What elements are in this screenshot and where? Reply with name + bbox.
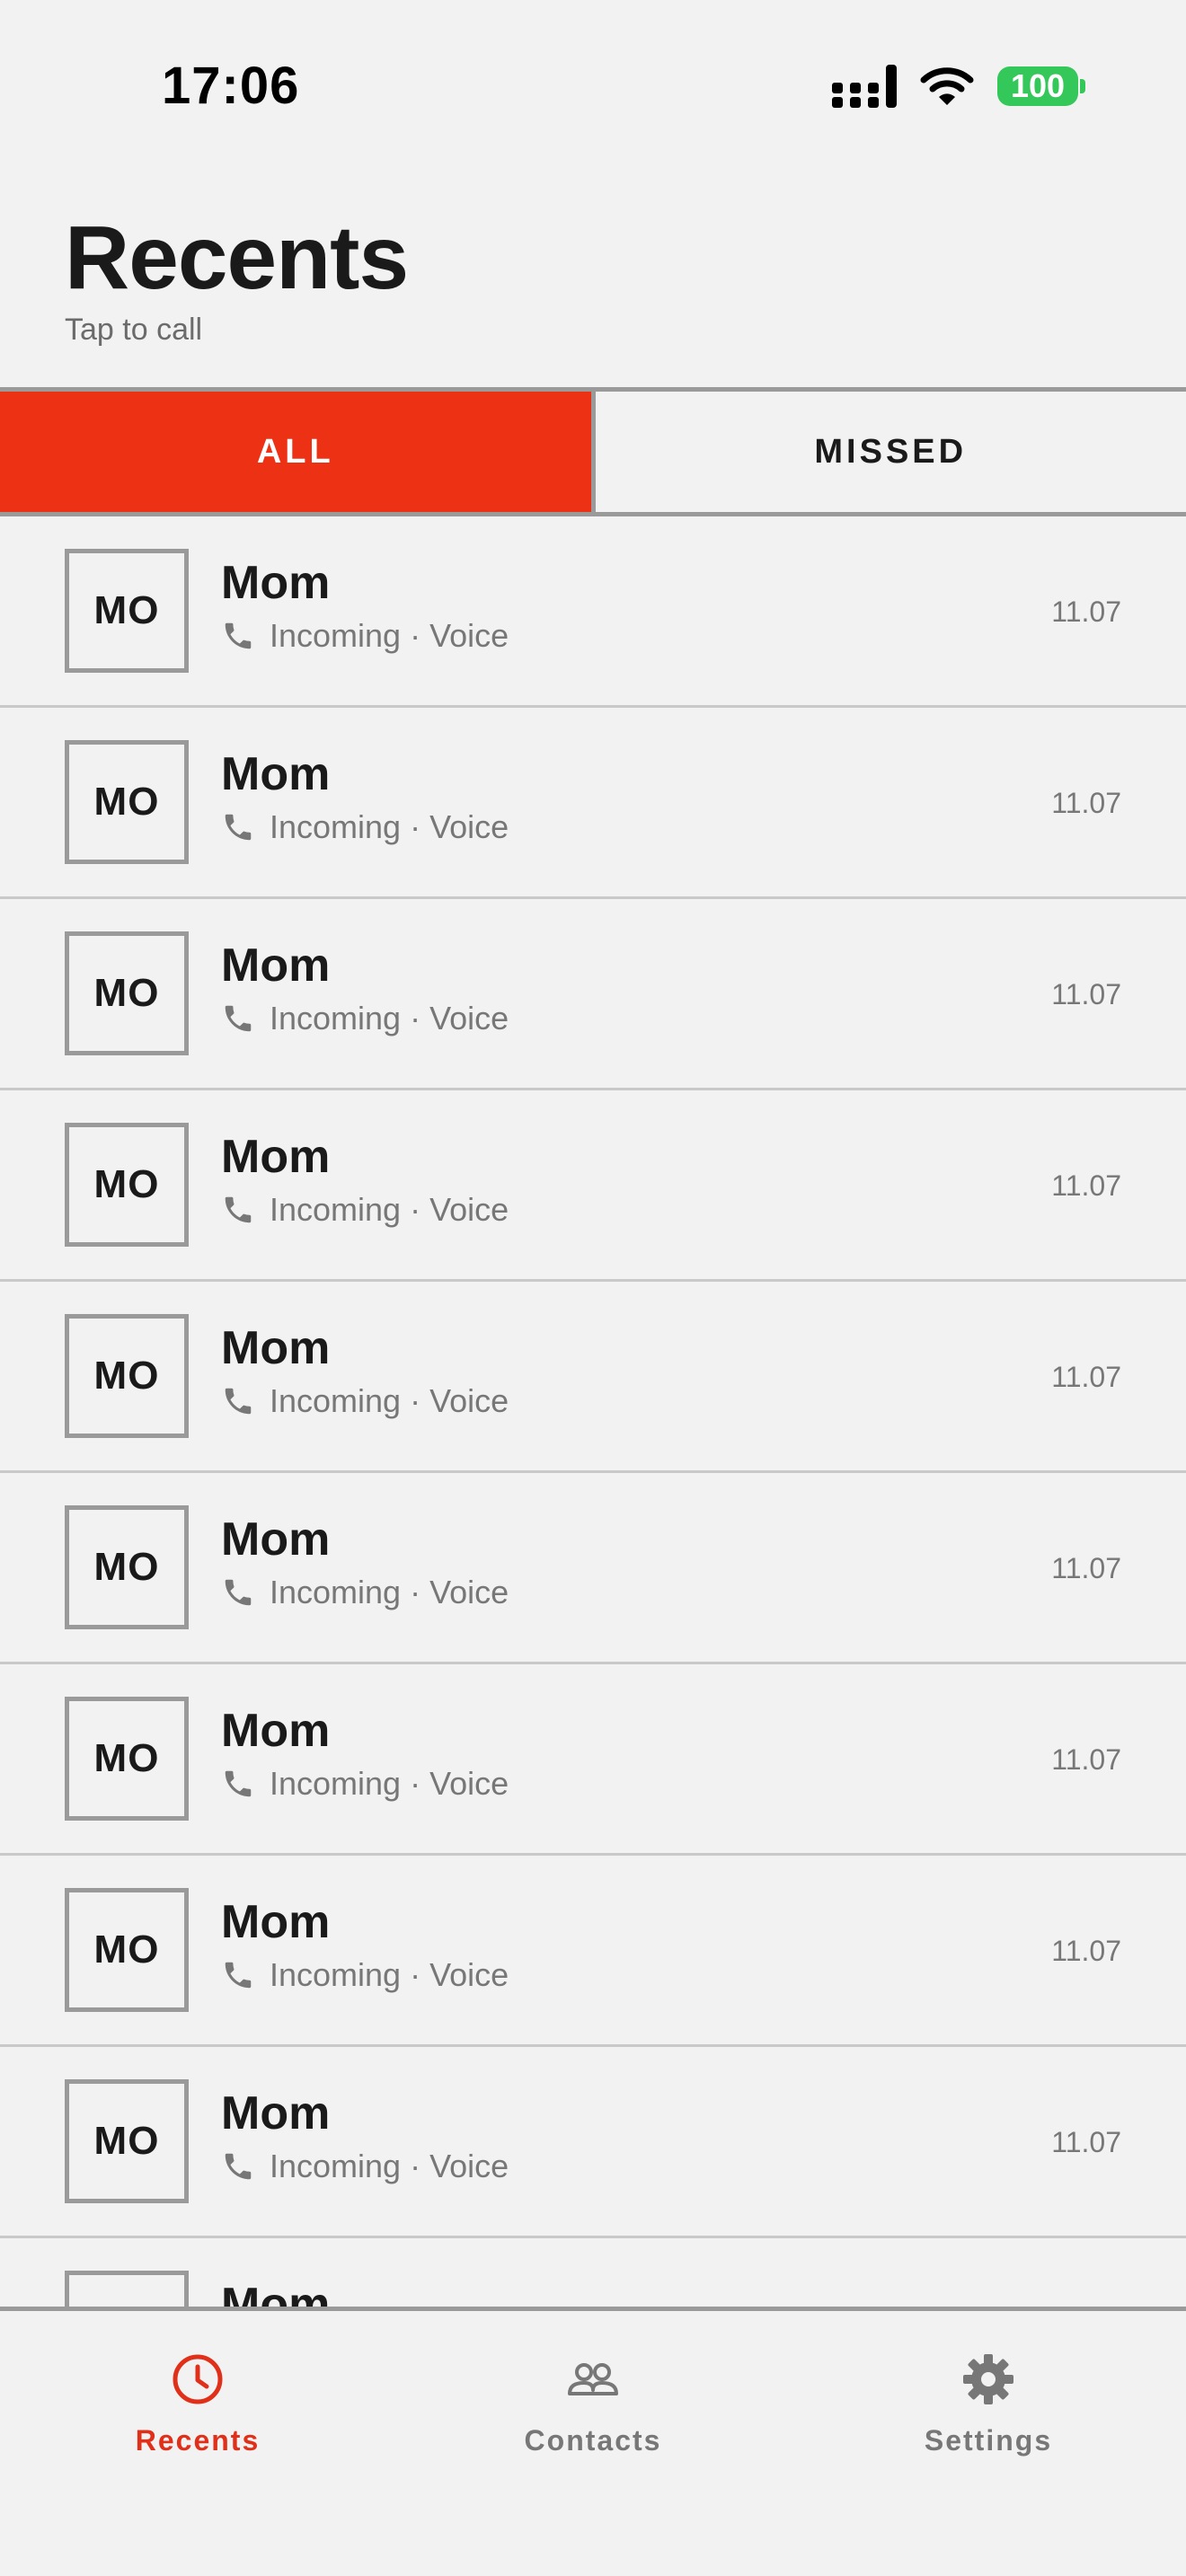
call-detail: Incoming · Voice bbox=[221, 1574, 509, 1611]
phone-icon bbox=[225, 1770, 252, 1797]
call-row[interactable]: MO Mom Incoming · Voice 11.07 bbox=[0, 1090, 1186, 1282]
call-date: 11.07 bbox=[1051, 1361, 1121, 1393]
contact-name: Mom bbox=[221, 1131, 331, 1183]
call-detail: Incoming · Voice bbox=[221, 2148, 509, 2185]
call-row[interactable]: MO Mom Incoming · Voice 11.07 bbox=[0, 899, 1186, 1090]
phone-icon bbox=[225, 1579, 252, 1606]
contact-name: Mom bbox=[221, 1513, 331, 1566]
call-date: 11.07 bbox=[1051, 1552, 1121, 1584]
call-date: 11.07 bbox=[1051, 978, 1121, 1010]
call-row[interactable]: MO Mom Incoming · Voice 11.07 bbox=[0, 1473, 1186, 1664]
call-detail: Incoming · Voice bbox=[221, 1956, 509, 1994]
contact-avatar: MO bbox=[65, 1697, 189, 1821]
contact-avatar: MO bbox=[65, 1505, 189, 1629]
battery-level: 100 bbox=[1010, 67, 1066, 104]
contact-avatar: MO bbox=[65, 1888, 189, 2012]
phone-icon bbox=[225, 1388, 252, 1415]
contact-avatar: MO bbox=[65, 2271, 189, 2308]
call-date: 11.07 bbox=[1051, 2126, 1121, 2158]
contact-name: Mom bbox=[221, 557, 331, 609]
clock-icon bbox=[173, 2354, 223, 2404]
call-row[interactable]: MO Mom Incoming · Voice 11.07 bbox=[0, 1664, 1186, 1856]
call-type: Incoming · Voice bbox=[270, 2148, 509, 2184]
nav-label-recents: Recents bbox=[135, 2424, 261, 2457]
status-icons: 100 bbox=[832, 65, 1085, 108]
call-type: Incoming · Voice bbox=[270, 1574, 509, 1610]
contact-name: Mom bbox=[221, 1322, 331, 1374]
recents-screen: 17:06 100 Recents Tap to call ALL MISSED… bbox=[0, 0, 1186, 2576]
call-date: 11.07 bbox=[1051, 1935, 1121, 1967]
phone-icon bbox=[225, 622, 252, 649]
contact-avatar: MO bbox=[65, 740, 189, 864]
contact-name: Mom bbox=[221, 2087, 331, 2139]
tab-all[interactable]: ALL bbox=[0, 392, 596, 512]
call-detail: Incoming · Voice bbox=[221, 808, 509, 846]
call-date: 11.07 bbox=[1051, 1743, 1121, 1776]
call-type: Incoming · Voice bbox=[270, 617, 509, 654]
call-row[interactable]: MO Mom Incoming · Voice 11.07 bbox=[0, 1856, 1186, 2047]
call-date: 11.07 bbox=[1051, 787, 1121, 819]
status-time: 17:06 bbox=[162, 57, 300, 115]
contact-avatar: MO bbox=[65, 2079, 189, 2203]
battery-icon: 100 bbox=[997, 66, 1085, 106]
call-type: Incoming · Voice bbox=[270, 1956, 509, 1993]
page-subtitle: Tap to call bbox=[65, 313, 203, 347]
phone-icon bbox=[225, 2153, 252, 2180]
contact-name: Mom bbox=[221, 940, 331, 992]
contact-avatar: MO bbox=[65, 1123, 189, 1247]
call-type: Incoming · Voice bbox=[270, 808, 509, 845]
phone-icon bbox=[225, 1962, 252, 1989]
call-row[interactable]: MO Mom Incoming · Voice 11.07 bbox=[0, 1282, 1186, 1473]
call-type: Incoming · Voice bbox=[270, 1382, 509, 1419]
status-bar: 17:06 100 bbox=[0, 0, 1186, 171]
tab-missed[interactable]: MISSED bbox=[595, 392, 1186, 512]
call-detail: Incoming · Voice bbox=[221, 1382, 509, 1420]
call-detail: Incoming · Voice bbox=[221, 1765, 509, 1803]
wifi-icon bbox=[920, 67, 974, 105]
call-date: 11.07 bbox=[1051, 1169, 1121, 1202]
contact-name: Mom bbox=[221, 1896, 331, 1948]
call-detail: Incoming · Voice bbox=[221, 1000, 509, 1037]
phone-icon bbox=[225, 1196, 252, 1223]
contact-avatar: MO bbox=[65, 1314, 189, 1438]
nav-label-settings: Settings bbox=[924, 2424, 1053, 2457]
nav-item-contacts[interactable]: Contacts bbox=[395, 2311, 791, 2576]
call-row[interactable]: MO Mom Incoming · Voice 11.07 bbox=[0, 516, 1186, 708]
contact-name: Mom bbox=[221, 1705, 331, 1757]
call-type: Incoming · Voice bbox=[270, 1191, 509, 1228]
cellular-signal-icon bbox=[832, 65, 897, 108]
people-icon bbox=[568, 2363, 618, 2395]
filter-tabs: ALL MISSED bbox=[0, 387, 1186, 516]
call-type: Incoming · Voice bbox=[270, 1000, 509, 1037]
call-detail: Incoming · Voice bbox=[221, 1191, 509, 1229]
call-row[interactable]: MOMomIncoming · Voice11.07 bbox=[0, 2238, 1186, 2308]
nav-label-contacts: Contacts bbox=[524, 2424, 662, 2457]
contact-avatar: MO bbox=[65, 549, 189, 673]
contact-name: Mom bbox=[221, 2279, 331, 2308]
bottom-nav: Recents Contacts Settings bbox=[0, 2307, 1186, 2576]
call-type: Incoming · Voice bbox=[270, 1765, 509, 1802]
call-list: MO Mom Incoming · Voice 11.07 MO Mom Incoming … bbox=[0, 516, 1186, 2308]
contact-name: Mom bbox=[221, 748, 331, 800]
nav-item-recents[interactable]: Recents bbox=[0, 2311, 395, 2576]
contact-avatar: MO bbox=[65, 931, 189, 1055]
phone-icon bbox=[225, 814, 252, 841]
gear-icon bbox=[963, 2354, 1013, 2404]
call-row[interactable]: MO Mom Incoming · Voice 11.07 bbox=[0, 2047, 1186, 2238]
call-detail: Incoming · Voice bbox=[221, 617, 509, 655]
call-date: 11.07 bbox=[1051, 595, 1121, 628]
page-title: Recents bbox=[65, 207, 409, 308]
phone-icon bbox=[225, 1005, 252, 1032]
nav-item-settings[interactable]: Settings bbox=[791, 2311, 1186, 2576]
call-row[interactable]: MO Mom Incoming · Voice 11.07 bbox=[0, 708, 1186, 899]
